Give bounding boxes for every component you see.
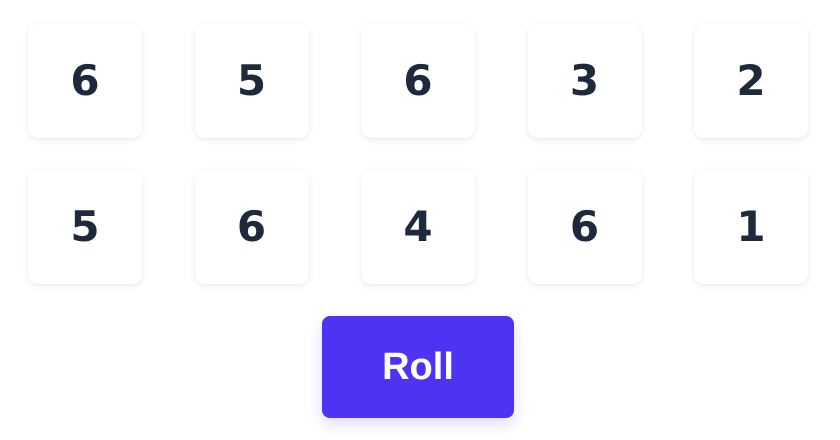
die-value: 3 xyxy=(569,56,600,105)
die[interactable]: 6 xyxy=(28,24,142,138)
die[interactable]: 1 xyxy=(694,170,808,284)
die-value: 5 xyxy=(70,202,100,251)
die[interactable]: 5 xyxy=(194,24,309,138)
die-value: 5 xyxy=(236,56,267,105)
dice-grid: 6 5 6 3 2 5 6 4 6 1 xyxy=(28,24,808,284)
die-value: 6 xyxy=(569,202,600,251)
die-value: 2 xyxy=(736,56,766,105)
die[interactable]: 5 xyxy=(28,170,142,284)
die[interactable]: 3 xyxy=(527,24,642,138)
die[interactable]: 4 xyxy=(361,170,475,284)
die[interactable]: 2 xyxy=(694,24,808,138)
die[interactable]: 6 xyxy=(527,170,642,284)
die-value: 6 xyxy=(403,56,433,105)
die[interactable]: 6 xyxy=(194,170,309,284)
dice-app: 6 5 6 3 2 5 6 4 6 1 Roll xyxy=(0,0,840,440)
roll-button[interactable]: Roll xyxy=(322,316,514,418)
die-value: 1 xyxy=(736,202,766,251)
die-value: 4 xyxy=(403,202,433,251)
die[interactable]: 6 xyxy=(361,24,475,138)
die-value: 6 xyxy=(236,202,267,251)
die-value: 6 xyxy=(70,56,100,105)
